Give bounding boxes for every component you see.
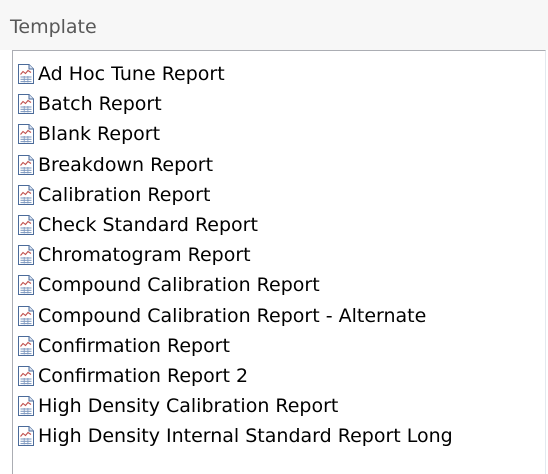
report-template-icon xyxy=(18,124,34,145)
template-list-item[interactable]: High Density Calibration Report xyxy=(16,391,338,421)
report-template-icon xyxy=(18,94,34,115)
report-template-icon xyxy=(18,184,34,205)
template-list-item[interactable]: High Density Internal Standard Report Lo… xyxy=(16,421,453,451)
template-list-item[interactable]: Chromatogram Report xyxy=(16,240,251,270)
template-item-label: Compound Calibration Report xyxy=(38,274,320,297)
template-item-label: Chromatogram Report xyxy=(38,244,251,267)
template-list-item[interactable]: Ad Hoc Tune Report xyxy=(16,59,225,89)
report-template-icon xyxy=(18,215,34,235)
template-item-label: Check Standard Report xyxy=(38,214,258,236)
template-list-item[interactable]: Compound Calibration Report xyxy=(16,270,320,300)
template-item-label: Calibration Report xyxy=(38,183,211,206)
template-list-item[interactable]: Check Standard Report xyxy=(16,210,258,240)
template-list-item[interactable]: Confirmation Report 2 xyxy=(16,361,248,391)
template-item-label: Blank Report xyxy=(38,123,161,146)
template-item-label: Compound Calibration Report - Alternate xyxy=(38,304,427,327)
template-list-item[interactable]: Calibration Report xyxy=(16,180,210,210)
report-template-icon xyxy=(18,245,34,266)
report-template-icon xyxy=(18,366,34,386)
template-item-label: High Density Internal Standard Report Lo… xyxy=(38,425,453,448)
template-list-item[interactable]: Confirmation Report xyxy=(16,331,230,361)
report-template-icon xyxy=(18,64,34,84)
template-list[interactable]: Ad Hoc Tune Report Batch Report Blank Repo… xyxy=(12,50,546,474)
report-template-icon xyxy=(18,154,34,175)
template-group-header: Template xyxy=(0,0,548,50)
template-list-item[interactable]: Batch Report xyxy=(16,89,162,119)
template-item-label: High Density Calibration Report xyxy=(38,395,339,418)
template-list-item[interactable]: Breakdown Report xyxy=(16,150,213,180)
template-item-label: Confirmation Report 2 xyxy=(38,365,249,387)
template-item-label: Breakdown Report xyxy=(38,153,214,176)
report-template-icon xyxy=(18,396,34,417)
template-item-label: Confirmation Report xyxy=(38,334,230,357)
report-template-icon xyxy=(18,426,34,447)
template-list-item[interactable]: Blank Report xyxy=(16,119,160,149)
template-group-title: Template xyxy=(10,16,97,38)
report-template-icon xyxy=(18,275,34,296)
template-list-item[interactable]: Compound Calibration Report - Alternate xyxy=(16,301,426,331)
report-template-icon xyxy=(18,305,34,326)
template-item-label: Batch Report xyxy=(38,93,162,116)
template-item-label: Ad Hoc Tune Report xyxy=(38,63,225,85)
report-template-icon xyxy=(18,335,34,356)
